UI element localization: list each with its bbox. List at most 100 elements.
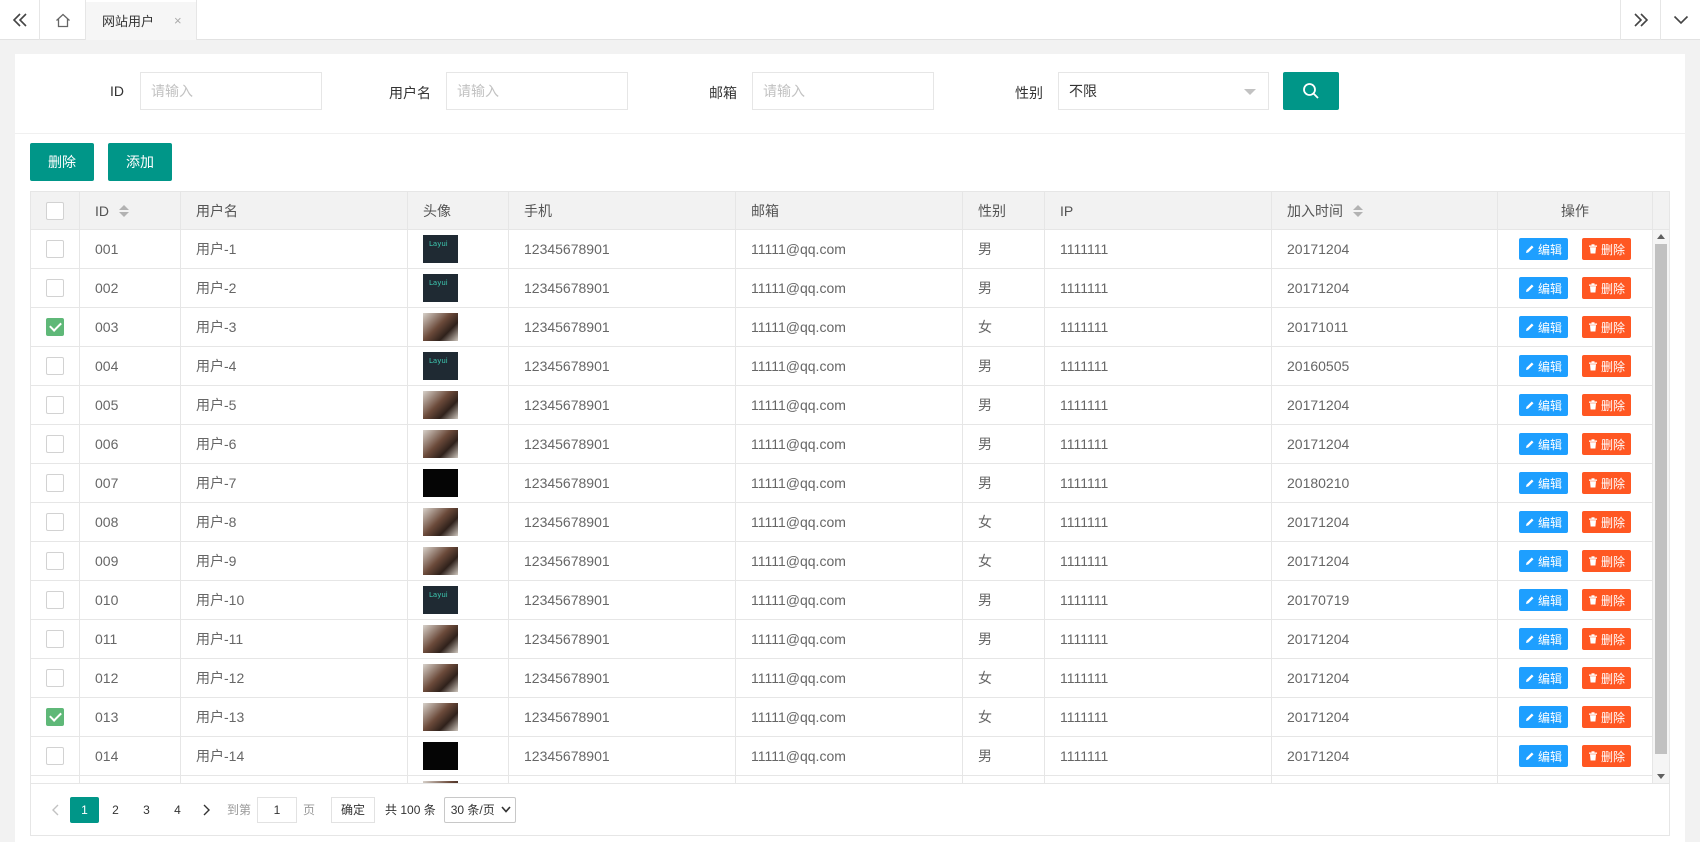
add-button[interactable]: 添加: [108, 143, 172, 181]
table-row[interactable]: 012 用户-12 12345678901 11111@qq.com 女 1111111 2…: [31, 659, 1669, 698]
avatar[interactable]: Layui: [423, 235, 458, 263]
batch-delete-button[interactable]: 删除: [30, 143, 94, 181]
page-number-button[interactable]: 1: [70, 796, 99, 823]
goto-confirm-button[interactable]: 确定: [331, 796, 376, 823]
page-number-button[interactable]: 4: [163, 797, 192, 823]
avatar[interactable]: [423, 625, 458, 653]
row-checkbox[interactable]: [46, 591, 64, 609]
delete-button[interactable]: 删除: [1582, 550, 1632, 572]
avatar[interactable]: [423, 430, 458, 458]
edit-button[interactable]: 编辑: [1518, 511, 1568, 533]
table-row[interactable]: 009 用户-9 12345678901 11111@qq.com 女 1111111 20…: [31, 542, 1669, 581]
avatar[interactable]: [423, 664, 458, 692]
sort-icon[interactable]: [119, 205, 129, 217]
id-input[interactable]: [140, 72, 322, 110]
row-checkbox[interactable]: [46, 240, 64, 258]
table-row[interactable]: 010 用户-10 Layui 12345678901 11111@qq.com 男 111…: [31, 581, 1669, 620]
scrollbar-thumb[interactable]: [1655, 244, 1667, 754]
table-row[interactable]: 004 用户-4 Layui 12345678901 11111@qq.com 男 1111…: [31, 347, 1669, 386]
tab-website-users[interactable]: 网站用户 ×: [86, 0, 197, 40]
sort-icon[interactable]: [1353, 205, 1363, 217]
avatar[interactable]: [423, 391, 458, 419]
page-number-button[interactable]: 3: [132, 797, 161, 823]
delete-button[interactable]: 删除: [1582, 667, 1632, 689]
edit-button[interactable]: 编辑: [1518, 628, 1568, 650]
prev-page-button[interactable]: [41, 797, 69, 823]
table-row[interactable]: 011 用户-11 12345678901 11111@qq.com 男 1111111 2…: [31, 620, 1669, 659]
delete-button[interactable]: 删除: [1582, 511, 1632, 533]
edit-button[interactable]: 编辑: [1518, 667, 1568, 689]
row-checkbox[interactable]: [46, 552, 64, 570]
avatar[interactable]: [423, 508, 458, 536]
avatar[interactable]: [423, 703, 458, 731]
row-checkbox[interactable]: [46, 396, 64, 414]
tab-menu-button[interactable]: [1660, 0, 1700, 40]
home-tab[interactable]: [40, 0, 86, 40]
search-button[interactable]: [1283, 72, 1339, 110]
avatar[interactable]: Layui: [423, 352, 458, 380]
table-row[interactable]: 003 用户-3 12345678901 11111@qq.com 女 1111111 20…: [31, 308, 1669, 347]
delete-button[interactable]: 删除: [1582, 433, 1632, 455]
table-scrollbar[interactable]: [1653, 230, 1669, 783]
edit-button[interactable]: 编辑: [1518, 316, 1568, 338]
select-all-checkbox[interactable]: [46, 202, 64, 220]
header-joined[interactable]: 加入时间: [1272, 192, 1498, 230]
row-checkbox[interactable]: [46, 357, 64, 375]
next-page-button[interactable]: [193, 797, 221, 823]
edit-button[interactable]: 编辑: [1518, 277, 1568, 299]
avatar[interactable]: [423, 547, 458, 575]
table-row[interactable]: 007 用户-7 12345678901 11111@qq.com 男 1111111 20…: [31, 464, 1669, 503]
delete-button[interactable]: 删除: [1582, 706, 1632, 728]
email-input[interactable]: [752, 72, 934, 110]
row-checkbox[interactable]: [46, 318, 64, 336]
edit-button[interactable]: 编辑: [1518, 238, 1568, 260]
edit-button[interactable]: 编辑: [1518, 589, 1568, 611]
delete-button[interactable]: 删除: [1582, 628, 1632, 650]
scroll-tabs-right-button[interactable]: [1620, 0, 1660, 40]
delete-button[interactable]: 删除: [1582, 472, 1632, 494]
edit-button[interactable]: 编辑: [1518, 706, 1568, 728]
row-checkbox[interactable]: [46, 435, 64, 453]
tab-close-icon[interactable]: ×: [174, 13, 182, 28]
avatar[interactable]: [423, 313, 458, 341]
goto-page-input[interactable]: [257, 796, 298, 823]
avatar[interactable]: Layui: [423, 274, 458, 302]
row-checkbox[interactable]: [46, 669, 64, 687]
delete-button[interactable]: 删除: [1582, 394, 1632, 416]
delete-button[interactable]: 删除: [1582, 277, 1632, 299]
row-checkbox[interactable]: [46, 747, 64, 765]
row-checkbox[interactable]: [46, 474, 64, 492]
delete-button[interactable]: 删除: [1582, 745, 1632, 767]
username-input[interactable]: [446, 72, 628, 110]
header-id[interactable]: ID: [80, 192, 181, 230]
edit-button[interactable]: 编辑: [1518, 472, 1568, 494]
delete-button[interactable]: 删除: [1582, 355, 1632, 377]
edit-button[interactable]: 编辑: [1518, 745, 1568, 767]
page-number-button[interactable]: 2: [101, 797, 130, 823]
avatar[interactable]: [423, 469, 458, 497]
delete-button[interactable]: 删除: [1582, 589, 1632, 611]
scroll-down-icon[interactable]: [1657, 774, 1665, 779]
table-row[interactable]: 015用户-15 1234567890111111@qq.com男11111112…: [31, 776, 1669, 783]
table-row[interactable]: 013 用户-13 12345678901 11111@qq.com 女 1111111 2…: [31, 698, 1669, 737]
edit-button[interactable]: 编辑: [1518, 355, 1568, 377]
delete-button[interactable]: 删除: [1582, 316, 1632, 338]
row-checkbox[interactable]: [46, 279, 64, 297]
table-row[interactable]: 002 用户-2 Layui 12345678901 11111@qq.com 男 1111…: [31, 269, 1669, 308]
page-size-select[interactable]: 30 条/页: [443, 796, 516, 823]
table-row[interactable]: 005 用户-5 12345678901 11111@qq.com 男 1111111 20…: [31, 386, 1669, 425]
avatar[interactable]: Layui: [423, 586, 458, 614]
gender-select[interactable]: 不限: [1058, 72, 1269, 110]
avatar[interactable]: [423, 742, 458, 770]
table-row[interactable]: 008 用户-8 12345678901 11111@qq.com 女 1111111 20…: [31, 503, 1669, 542]
edit-button[interactable]: 编辑: [1518, 550, 1568, 572]
row-checkbox[interactable]: [46, 630, 64, 648]
row-checkbox[interactable]: [46, 708, 64, 726]
table-row[interactable]: 014 用户-14 12345678901 11111@qq.com 男 1111111 2…: [31, 737, 1669, 776]
table-row[interactable]: 001 用户-1 Layui 12345678901 11111@qq.com 男 1111…: [31, 230, 1669, 269]
scroll-up-icon[interactable]: [1657, 234, 1665, 239]
edit-button[interactable]: 编辑: [1518, 433, 1568, 455]
edit-button[interactable]: 编辑: [1518, 394, 1568, 416]
row-checkbox[interactable]: [46, 513, 64, 531]
scroll-tabs-left-button[interactable]: [0, 0, 40, 40]
